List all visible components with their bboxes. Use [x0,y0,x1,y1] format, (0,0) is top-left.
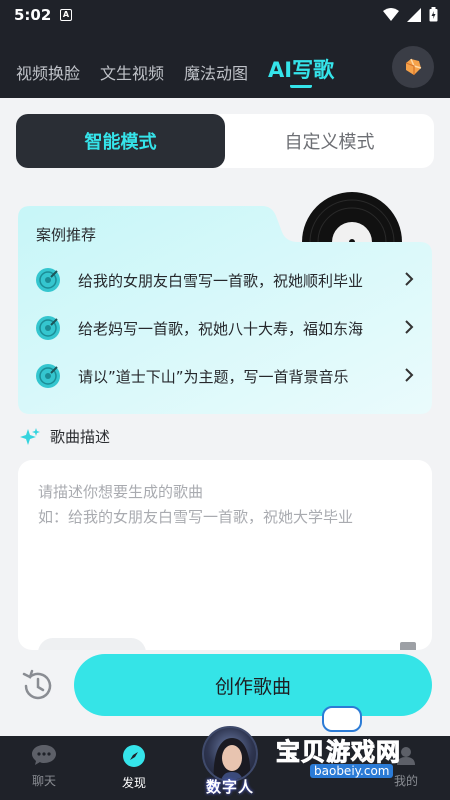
song-description-placeholder: 请描述你想要生成的歌曲 如：给我的女朋友白雪写一首歌，祝她大学毕业 [38,483,354,526]
nav-chat-label: 聊天 [31,774,56,788]
tab-text-to-video[interactable]: 文生视频 [100,60,164,84]
vinyl-disc-icon [36,316,60,340]
digital-human-avatar [202,726,258,782]
signal-icon [407,7,421,22]
vinyl-record-image [302,192,402,242]
top-tab-bar: 视频换脸 文生视频 魔法动图 AI写歌 [0,32,450,98]
mode-switch: 智能模式 自定义模式 [16,114,434,168]
nav-chat[interactable]: 聊天 [14,744,74,789]
active-tab-indicator [290,84,312,88]
battery-icon [429,7,438,22]
chat-icon [32,745,56,765]
recommend-title: 案例推荐 [36,226,97,244]
vinyl-disc-icon [36,268,60,292]
chevron-right-icon [405,272,414,286]
nav-digital-human[interactable]: 数字人 [190,726,270,800]
notification-icon: A [60,9,72,21]
tab-magic-gif[interactable]: 魔法动图 [184,60,248,84]
site-watermark: 宝贝游戏网 baobeiy.com [276,700,436,786]
wifi-icon [383,7,399,21]
recommend-item[interactable]: 给老妈写一首歌，祝她八十大寿，福如东海 [18,304,432,352]
chevron-right-icon [405,320,414,334]
tab-ai-song[interactable]: AI写歌 [268,54,334,84]
tab-face-swap[interactable]: 视频换脸 [16,60,80,84]
vip-gem-button[interactable] [392,46,434,88]
status-time: 5:02 [14,6,52,24]
watermark-url: baobeiy.com [310,764,394,778]
compass-icon [123,745,145,767]
recommend-item-text: 给老妈写一首歌，祝她八十大寿，福如东海 [78,320,364,338]
chevron-right-icon [405,368,414,382]
digital-human-portrait [213,738,251,780]
smart-mode-button[interactable]: 智能模式 [16,114,225,168]
status-bar: 5:02 A [0,0,450,32]
song-description-label: 歌曲描述 [50,428,111,446]
prompt-chip[interactable] [38,638,146,650]
nav-discover-label: 发现 [121,776,146,790]
nav-digital-human-label: 数字人 [205,778,254,796]
song-description-input[interactable]: 请描述你想要生成的歌曲 如：给我的女朋友白雪写一首歌，祝她大学毕业 [18,460,432,650]
gamepad-icon [322,706,362,732]
custom-mode-button[interactable]: 自定义模式 [225,114,434,168]
watermark-name: 宝贝游戏网 [276,738,401,767]
recommend-item[interactable]: 请以”道士下山”为主题，写一首背景音乐 [18,352,432,400]
recommend-item-text: 请以”道士下山”为主题，写一首背景音乐 [78,368,349,386]
song-description-heading: 歌曲描述 [20,426,110,447]
vinyl-disc-icon [36,364,60,388]
nav-discover[interactable]: 发现 [104,744,164,791]
history-icon[interactable] [20,668,56,704]
gem-icon [405,58,422,75]
sparkle-icon [20,427,40,445]
trash-icon[interactable] [400,642,416,650]
status-icons [383,7,438,22]
